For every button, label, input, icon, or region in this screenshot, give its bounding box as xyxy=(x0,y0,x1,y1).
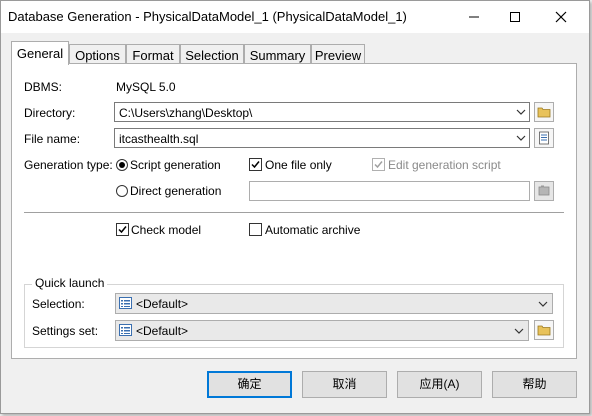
ok-button[interactable]: 确定 xyxy=(207,371,292,398)
directory-label: Directory: xyxy=(24,106,76,120)
chevron-down-icon xyxy=(516,135,526,141)
data-source-button[interactable] xyxy=(534,181,554,201)
script-generation-label: Script generation xyxy=(130,158,221,172)
close-button[interactable] xyxy=(538,1,584,33)
list-icon xyxy=(119,297,132,309)
filename-value: itcasthealth.sql xyxy=(119,132,199,146)
selection-label: Selection: xyxy=(32,297,85,311)
tab-options[interactable]: Options xyxy=(69,44,126,64)
chevron-down-icon xyxy=(514,328,524,334)
directory-combo[interactable]: C:\Users\zhang\Desktop\ xyxy=(114,102,530,122)
tab-general[interactable]: General xyxy=(11,41,69,65)
tab-selection[interactable]: Selection xyxy=(180,44,244,64)
separator xyxy=(24,212,564,213)
dbms-value: MySQL 5.0 xyxy=(116,80,176,94)
settings-set-label: Settings set: xyxy=(32,324,99,338)
directory-value: C:\Users\zhang\Desktop\ xyxy=(119,106,253,120)
one-file-only-checkbox[interactable] xyxy=(249,158,262,171)
close-icon xyxy=(555,11,567,23)
one-file-only-label: One file only xyxy=(265,158,332,172)
check-model-label: Check model xyxy=(131,223,202,237)
data-source-field[interactable] xyxy=(249,181,530,201)
folder-icon xyxy=(537,107,551,118)
folder-icon xyxy=(537,325,551,336)
filename-label: File name: xyxy=(24,132,81,146)
browse-directory-button[interactable] xyxy=(534,102,554,122)
tab-summary[interactable]: Summary xyxy=(244,44,311,64)
selection-value: <Default> xyxy=(136,297,189,311)
quick-launch-title: Quick launch xyxy=(32,276,108,290)
database-icon xyxy=(538,185,550,196)
tab-preview[interactable]: Preview xyxy=(311,44,365,64)
direct-generation-radio[interactable] xyxy=(116,185,128,197)
minimize-icon xyxy=(469,16,479,18)
script-generation-radio[interactable] xyxy=(116,159,128,171)
automatic-archive-checkbox[interactable] xyxy=(249,223,262,236)
edit-generation-script-checkbox[interactable] xyxy=(372,158,385,171)
chevron-down-icon xyxy=(538,301,548,307)
general-panel: DBMS: MySQL 5.0 Directory: C:\Users\zhan… xyxy=(11,63,577,359)
document-icon xyxy=(539,131,549,145)
checkmark-icon xyxy=(374,161,383,169)
automatic-archive-label: Automatic archive xyxy=(265,223,361,237)
edit-file-button[interactable] xyxy=(534,128,554,148)
maximize-button[interactable] xyxy=(492,1,538,33)
check-model-checkbox[interactable] xyxy=(116,223,129,236)
tab-format[interactable]: Format xyxy=(126,44,180,64)
title-bar: Database Generation - PhysicalDataModel_… xyxy=(1,1,589,33)
apply-button[interactable]: 应用(A) xyxy=(397,371,482,398)
settings-set-value: <Default> xyxy=(136,324,189,338)
minimize-button[interactable] xyxy=(451,1,497,33)
help-button[interactable]: 帮助 xyxy=(492,371,577,398)
maximize-icon xyxy=(510,12,520,22)
selection-combo[interactable]: <Default> xyxy=(115,293,553,314)
edit-generation-script-label: Edit generation script xyxy=(388,158,501,172)
settings-folder-button[interactable] xyxy=(534,320,554,340)
database-generation-dialog: Database Generation - PhysicalDataModel_… xyxy=(0,0,590,414)
generation-type-label: Generation type: xyxy=(24,158,113,172)
window-title: Database Generation - PhysicalDataModel_… xyxy=(8,9,407,24)
cancel-button[interactable]: 取消 xyxy=(302,371,387,398)
dbms-label: DBMS: xyxy=(24,80,63,94)
list-icon xyxy=(119,324,132,336)
checkmark-icon xyxy=(251,161,260,169)
checkmark-icon xyxy=(118,226,127,234)
filename-combo[interactable]: itcasthealth.sql xyxy=(114,128,530,148)
chevron-down-icon xyxy=(516,109,526,115)
direct-generation-label: Direct generation xyxy=(130,184,222,198)
settings-set-combo[interactable]: <Default> xyxy=(115,320,529,341)
